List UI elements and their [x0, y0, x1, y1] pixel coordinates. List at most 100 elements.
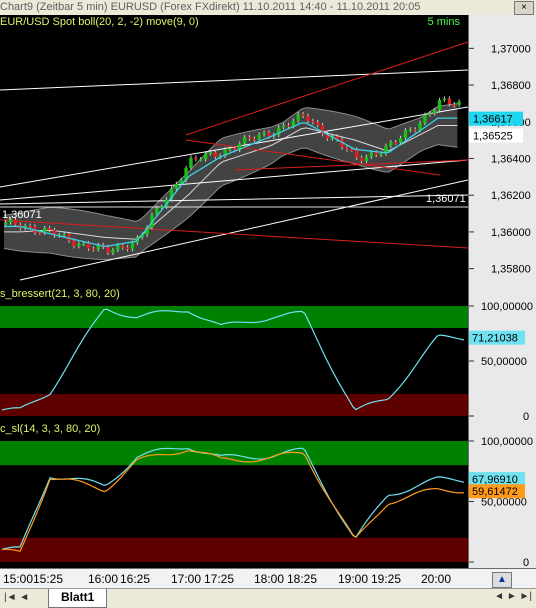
indicator-axis-tick-label: 50,00000 — [481, 356, 527, 368]
candle-body — [423, 114, 427, 123]
candle-body — [267, 132, 271, 137]
candle-body — [408, 129, 413, 131]
price-label-right: 1,36071 — [426, 193, 466, 205]
other-price-badge: 1,36525 — [473, 131, 513, 143]
indicator-line — [1, 450, 465, 553]
candle-body — [359, 157, 364, 162]
candle-body — [199, 159, 203, 161]
candle-body — [38, 232, 42, 235]
indicator-axis-tick-label: 50,00000 — [481, 497, 527, 509]
candle-body — [252, 138, 257, 141]
time-tick: 15:25 — [33, 572, 64, 586]
candle-body — [262, 132, 266, 135]
window-title: Chart9 (Zeitbar 5 min) EURUSD (Forex FXd… — [0, 1, 421, 13]
panel-2-header: s_bressert(21, 3, 80, 20) — [0, 287, 468, 302]
panel-3-header: c_sl(14, 3, 3, 80, 20) — [0, 422, 468, 437]
price-label-left: 1,36071 — [2, 209, 42, 221]
main-panel-title: EUR/USD Spot boll(20, 2, -2) move(9, 0) — [0, 16, 199, 28]
close-button[interactable]: × — [514, 1, 534, 15]
time-tick: 19:00 — [338, 572, 369, 586]
indicator-axis-2: 100,00000 50,00000 0 71,21038 — [468, 287, 536, 423]
time-tick: 17:00 — [171, 572, 202, 586]
candle-body — [4, 222, 8, 225]
candle-body — [213, 152, 218, 157]
candle-body — [389, 142, 393, 146]
candle-body — [442, 98, 447, 101]
price-axis-tick-label: 1,36000 — [491, 227, 531, 239]
candle-body — [457, 101, 461, 106]
price-axis-tick-label: 1,37000 — [491, 43, 531, 55]
indicator-panel-2[interactable] — [0, 302, 469, 422]
indicator-badge: 59,61472 — [472, 486, 518, 498]
candle-body — [394, 142, 398, 144]
candle-body — [413, 129, 417, 131]
candle-body — [91, 248, 96, 251]
candle-body — [116, 245, 120, 250]
bollinger-band-area — [4, 103, 458, 260]
candle-body — [286, 125, 291, 127]
price-panel[interactable]: 1,36071 1,36071 — [0, 30, 469, 287]
candle-body — [369, 152, 374, 157]
overbought-zone — [0, 441, 468, 466]
candle-body — [301, 114, 305, 116]
panel-3-title: c_sl(14, 3, 3, 80, 20) — [0, 423, 101, 435]
indicator-axis-tick-label: 100,00000 — [481, 301, 533, 313]
price-axis-tick-label: 1,36400 — [491, 154, 531, 166]
candle-body — [86, 243, 91, 249]
candle-body — [247, 137, 252, 139]
indicator-axis-3: 100,00000 50,00000 0 67,96910 59,61472 — [468, 422, 536, 569]
time-tick: 20:00 — [421, 572, 452, 586]
candle-body — [194, 157, 198, 160]
sheet-nav-left[interactable]: |◄ ◄ — [4, 592, 29, 603]
candle-body — [228, 148, 232, 151]
oversold-zone — [0, 394, 468, 416]
candle-body — [452, 104, 456, 106]
candle-body — [398, 137, 403, 143]
price-axis: 1,370001,368001,366001,364001,362001,360… — [468, 15, 536, 287]
oversold-zone — [0, 537, 468, 562]
white-trendline — [0, 194, 469, 205]
candle-body — [82, 243, 86, 245]
candle-body — [106, 247, 110, 253]
price-chart: 1,36071 1,36071 — [0, 41, 469, 281]
candle-body — [428, 113, 432, 115]
indicator-axis-tick-label: 0 — [523, 411, 529, 422]
window-titlebar: Chart9 (Zeitbar 5 min) EURUSD (Forex FXd… — [0, 0, 536, 16]
time-tick: 15:00 — [3, 572, 34, 586]
indicator-panel-3[interactable] — [0, 437, 469, 568]
main-panel-timeframe: 5 mins — [427, 16, 460, 28]
candle-body — [345, 147, 349, 150]
price-axis-svg: 1,370001,368001,366001,364001,362001,360… — [469, 43, 531, 276]
sheet-nav-right[interactable]: ◄ ► ►| — [494, 591, 532, 602]
time-tick: 17:25 — [204, 572, 235, 586]
chart-corner-button[interactable]: ▲ — [492, 572, 512, 588]
overbought-zone — [0, 306, 468, 328]
candle-body — [374, 152, 378, 155]
price-axis-tick-label: 1,36800 — [491, 80, 531, 92]
candle-body — [125, 247, 130, 250]
candle-body — [296, 114, 300, 121]
candle-body — [121, 245, 125, 248]
time-tick: 16:25 — [120, 572, 151, 586]
candle-body — [364, 156, 369, 162]
candle-body — [257, 134, 261, 140]
candle-body — [433, 109, 437, 114]
candle-body — [111, 249, 115, 253]
sheet-tab-blatt1[interactable]: Blatt1 — [48, 589, 108, 608]
panel-2-title: s_bressert(21, 3, 80, 20) — [0, 288, 120, 300]
price-axis-tick-label: 1,35800 — [491, 264, 531, 276]
price-axis-tick-label: 1,36200 — [491, 190, 531, 202]
candle-body — [306, 115, 310, 121]
time-axis: 15:00 15:25 16:00 16:25 17:00 17:25 18:0… — [0, 568, 536, 589]
indicator-chart-2 — [0, 306, 468, 416]
candle-body — [242, 137, 247, 144]
candle-body — [281, 125, 286, 128]
candle-body — [77, 243, 81, 247]
candle-body — [316, 122, 320, 126]
time-tick: 18:00 — [254, 572, 285, 586]
indicator-axis-tick-label: 100,00000 — [481, 436, 533, 448]
candle-body — [174, 183, 179, 189]
time-tick: 18:25 — [287, 572, 318, 586]
candle-body — [203, 153, 208, 160]
candle-body — [189, 157, 193, 168]
